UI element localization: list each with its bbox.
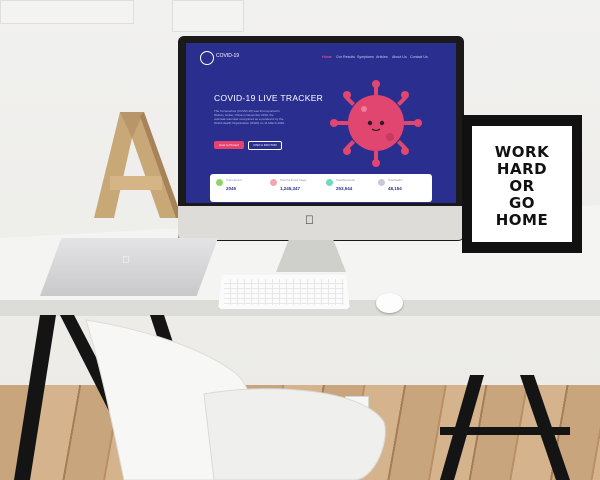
virus-mascot-icon: [330, 80, 422, 167]
hero-title: COVID-19 LIVE TRACKER: [214, 93, 324, 103]
brand-name: COVID-19: [216, 53, 240, 59]
stats-bar: Total Infected 2045 Total Confirmed Case…: [210, 174, 432, 202]
stat-value: 253,544: [336, 186, 353, 191]
poster-line: HARD: [496, 160, 548, 178]
stat-value: 2045: [226, 186, 237, 191]
white-chair: [85, 319, 386, 480]
virus-logo-icon[interactable]: [200, 51, 214, 65]
wooden-letter-a: [94, 112, 182, 218]
keyboard-keys: [224, 279, 344, 305]
mouse: [376, 293, 403, 313]
poster-line: HOME: [495, 211, 549, 229]
hero-text: The Coronavirus (COVID-19) was first rep…: [214, 109, 285, 125]
nav-item-results[interactable]: Our Results: [336, 55, 355, 59]
stat-icon-infected: [216, 179, 223, 186]
website-screen: COVID-19 Home Our Results Symptoms Artic…: [186, 43, 456, 203]
stat-icon-deaths: [378, 179, 385, 186]
wall-frame: [172, 0, 244, 32]
find-doctor-button[interactable]: FIND A DOCTOR: [248, 141, 282, 150]
stat-label: Total Deaths: [388, 179, 403, 182]
stat-label: Total Recovered: [336, 179, 355, 182]
nav-item-about[interactable]: About Us: [392, 55, 407, 59]
stat-icon-confirmed: [270, 179, 277, 186]
closed-laptop: [40, 238, 218, 296]
poster-line: GO: [508, 194, 536, 212]
stat-value: 48,154: [388, 186, 402, 191]
wall-frame: [0, 0, 134, 24]
apple-logo-icon: : [305, 213, 314, 227]
poster-line: WORK: [494, 143, 550, 161]
nav-item-home[interactable]: Home: [322, 55, 332, 59]
stat-value: 1,245,347: [280, 186, 301, 191]
nav-item-articles[interactable]: Articles: [376, 55, 388, 59]
stat-label: Total Confirmed Cases: [280, 179, 307, 182]
protect-button[interactable]: How to Protect: [214, 141, 244, 149]
poster-line: OR: [509, 177, 535, 195]
imac-chin: [178, 206, 464, 240]
nav-item-contact[interactable]: Contact Us: [410, 55, 428, 59]
apple-logo-icon: : [122, 255, 130, 266]
stat-label: Total Infected: [226, 179, 242, 182]
stat-icon-recovered: [326, 179, 333, 186]
nav-item-symptoms[interactable]: Symptoms: [357, 55, 374, 59]
